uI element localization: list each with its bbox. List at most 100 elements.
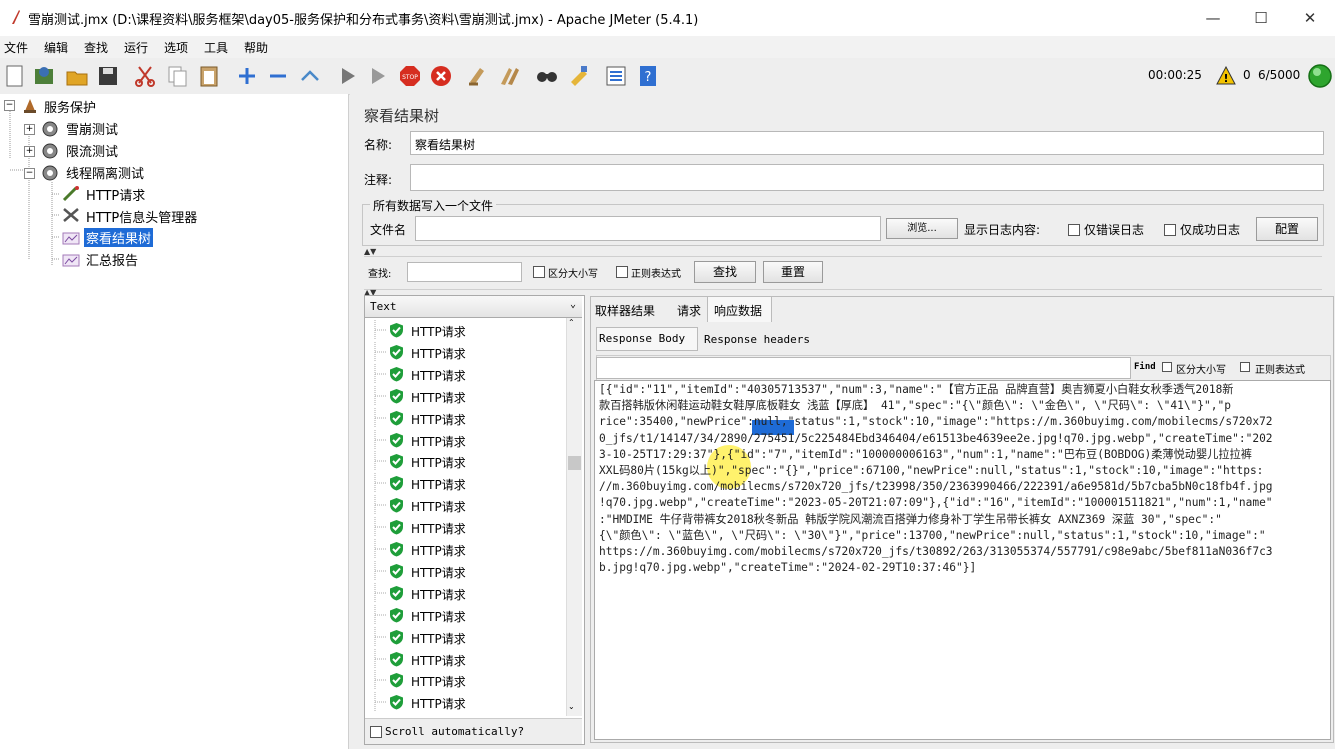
scroll-down-icon[interactable]: ⌄ <box>568 702 575 711</box>
sample-list-item[interactable]: HTTP请求 <box>365 363 565 384</box>
sample-list-item[interactable]: HTTP请求 <box>365 670 565 691</box>
start-no-pause-icon[interactable] <box>366 64 390 88</box>
clear-all-icon[interactable] <box>498 64 522 88</box>
menu-tools[interactable]: 工具 <box>204 39 228 56</box>
save-icon[interactable] <box>96 64 120 88</box>
find-regex-checkbox[interactable] <box>1240 362 1250 372</box>
browse-button[interactable]: 浏览... <box>886 218 958 239</box>
sample-list-item[interactable]: HTTP请求 <box>365 341 565 362</box>
tree-branch-line <box>374 692 387 713</box>
reset-button[interactable]: 重置 <box>763 261 823 283</box>
scroll-thumb[interactable] <box>568 456 581 470</box>
templates-icon[interactable] <box>32 64 56 88</box>
start-icon[interactable] <box>336 64 360 88</box>
menu-help[interactable]: 帮助 <box>244 39 268 56</box>
comment-field[interactable] <box>410 164 1324 191</box>
sample-list-item[interactable]: HTTP请求 <box>365 582 565 603</box>
toolbar: STOP ? 00:00:25 ! 0 6/5000 <box>0 58 1335 95</box>
response-line: b.jpg!q70.jpg.webp","createTime":"2024-0… <box>599 561 977 575</box>
subtab-response-body[interactable]: Response Body <box>599 332 685 345</box>
menu-options[interactable]: 选项 <box>164 39 188 56</box>
configure-button[interactable]: 配置 <box>1256 217 1318 241</box>
menu-file[interactable]: 文件 <box>4 39 28 56</box>
sample-list-item[interactable]: HTTP请求 <box>365 495 565 516</box>
tree-branch-line <box>374 582 387 603</box>
cut-icon[interactable] <box>133 64 157 88</box>
response-find-input[interactable] <box>596 357 1131 379</box>
sample-list-item[interactable]: HTTP请求 <box>365 560 565 581</box>
find-case-checkbox[interactable] <box>1162 362 1172 372</box>
scroll-auto-checkbox[interactable] <box>370 726 382 738</box>
tree-toggle-group[interactable]: − <box>24 168 35 179</box>
sample-list-item[interactable]: HTTP请求 <box>365 385 565 406</box>
sample-list-item[interactable]: HTTP请求 <box>365 648 565 669</box>
sample-list-item[interactable]: HTTP请求 <box>365 473 565 494</box>
sample-list-item[interactable]: HTTP请求 <box>365 451 565 472</box>
splitter-arrows[interactable]: ▲▼ <box>364 247 376 256</box>
sample-list-item[interactable]: HTTP请求 <box>365 429 565 450</box>
new-icon[interactable] <box>3 64 27 88</box>
tree-branch-line <box>374 539 387 559</box>
tree-group-avalanche[interactable]: 雪崩测试 <box>66 119 118 138</box>
sample-label: HTTP请求 <box>411 456 466 471</box>
collapse-icon[interactable] <box>266 64 290 88</box>
name-field[interactable]: 察看结果树 <box>410 131 1324 155</box>
tree-branch-line <box>374 670 387 691</box>
tree-group-rate-limit[interactable]: 限流测试 <box>66 141 118 160</box>
tree-toggle-group[interactable]: + <box>24 146 35 157</box>
filename-label: 文件名 <box>370 223 407 237</box>
regex-checkbox[interactable] <box>616 266 628 278</box>
search-input[interactable] <box>407 262 522 282</box>
subtab-response-headers[interactable]: Response headers <box>704 333 810 346</box>
errors-only-checkbox[interactable] <box>1068 224 1080 236</box>
minimize-button[interactable]: — <box>1190 4 1236 32</box>
sample-list-item[interactable]: HTTP请求 <box>365 320 565 340</box>
case-sensitive-checkbox[interactable] <box>533 266 545 278</box>
tab-request[interactable]: 请求 <box>677 302 701 319</box>
help-icon[interactable]: ? <box>636 64 660 88</box>
tree-toggle-root[interactable]: − <box>4 100 15 111</box>
sample-list-item[interactable]: HTTP请求 <box>365 692 565 713</box>
tree-item-summary-report[interactable]: 汇总报告 <box>86 250 138 269</box>
tree-item-view-results-tree[interactable]: 察看结果树 <box>84 228 154 247</box>
tree-item-header-manager[interactable]: HTTP信息头管理器 <box>86 207 197 226</box>
name-label: 名称: <box>364 138 393 152</box>
success-only-checkbox[interactable] <box>1164 224 1176 236</box>
renderer-select[interactable]: Text ⌄ <box>365 296 582 318</box>
find-button[interactable]: 查找 <box>694 261 756 283</box>
sample-list-item[interactable]: HTTP请求 <box>365 539 565 559</box>
tab-response-data[interactable]: 响应数据 <box>714 302 762 319</box>
reset-search-icon[interactable] <box>567 64 591 88</box>
tab-sampler-result[interactable]: 取样器结果 <box>595 302 655 319</box>
open-icon[interactable] <box>65 64 89 88</box>
tree-item-http-request[interactable]: HTTP请求 <box>86 185 145 204</box>
menu-search[interactable]: 查找 <box>84 39 108 56</box>
expand-icon[interactable] <box>235 64 259 88</box>
search-icon[interactable] <box>535 64 559 88</box>
function-helper-icon[interactable] <box>604 64 628 88</box>
results-scrollbar[interactable]: ⌃ ⌄ <box>566 318 582 716</box>
response-body[interactable]: [{"id":"11","itemId":"40305713537","num"… <box>594 380 1331 740</box>
copy-icon[interactable] <box>166 64 190 88</box>
filename-field[interactable] <box>415 216 881 241</box>
sample-list-item[interactable]: HTTP请求 <box>365 517 565 538</box>
stop-icon[interactable]: STOP <box>398 64 422 88</box>
clear-icon[interactable] <box>466 64 490 88</box>
maximize-button[interactable]: ☐ <box>1238 4 1284 32</box>
scroll-up-icon[interactable]: ⌃ <box>568 318 575 327</box>
sample-list-item[interactable]: HTTP请求 <box>365 407 565 428</box>
warning-icon[interactable]: ! <box>1216 66 1236 85</box>
menu-edit[interactable]: 编辑 <box>44 39 68 56</box>
sample-list-item[interactable]: HTTP请求 <box>365 604 565 625</box>
close-button[interactable]: ✕ <box>1287 4 1333 32</box>
success-only-label: 仅成功日志 <box>1180 223 1241 237</box>
shutdown-icon[interactable] <box>429 64 453 88</box>
tree-toggle-group[interactable]: + <box>24 124 35 135</box>
tree-root-label[interactable]: 服务保护 <box>44 97 96 116</box>
tree-group-isolation[interactable]: 线程隔离测试 <box>66 163 144 182</box>
menu-run[interactable]: 运行 <box>124 39 148 56</box>
toggle-icon[interactable] <box>298 64 322 88</box>
sample-list-item[interactable]: HTTP请求 <box>365 626 565 647</box>
menu-bar: 文件 编辑 查找 运行 选项 工具 帮助 <box>0 36 1335 58</box>
paste-icon[interactable] <box>197 64 221 88</box>
